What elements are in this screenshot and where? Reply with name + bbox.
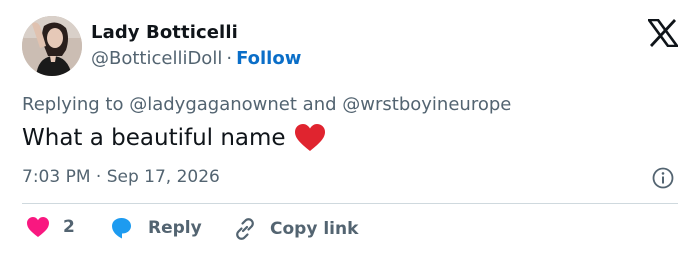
follow-button[interactable]: Follow <box>236 48 301 69</box>
author-meta: @BotticelliDoll · Follow <box>91 48 301 69</box>
reply-bubble-icon <box>112 218 131 239</box>
tweet-timestamp[interactable]: 7:03 PM · Sep 17, 2026 <box>22 167 220 187</box>
x-logo-icon[interactable] <box>648 19 678 47</box>
replying-prefix: Replying to <box>22 94 124 115</box>
divider <box>22 203 678 204</box>
like-count: 2 <box>63 217 75 237</box>
link-icon <box>236 218 254 240</box>
reply-button[interactable]: Reply <box>109 216 202 240</box>
avatar[interactable] <box>22 16 82 76</box>
author-handle[interactable]: @BotticelliDoll <box>91 48 222 69</box>
tweet-text: What a beautiful name <box>22 125 286 151</box>
mention-ladygaganownet[interactable]: @ladygaganownet <box>129 94 297 115</box>
tweet-text-row: What a beautiful name <box>22 123 326 153</box>
copy-link-label: Copy link <box>270 219 359 239</box>
replying-conjunction: and <box>302 94 337 115</box>
red-heart-icon <box>294 124 325 151</box>
profile-photo-icon <box>22 16 82 76</box>
heart-icon <box>27 217 49 237</box>
author-name[interactable]: Lady Botticelli <box>91 22 238 43</box>
like-button[interactable]: 2 <box>26 216 75 238</box>
reply-label: Reply <box>148 218 202 238</box>
mention-wrstboyineurope[interactable]: @wrstboyineurope <box>342 94 511 115</box>
info-icon[interactable] <box>651 166 675 190</box>
separator-dot: · <box>226 48 233 69</box>
replying-to: Replying to @ladygaganownet and @wrstboy… <box>22 94 511 115</box>
copy-link-button[interactable]: Copy link <box>232 216 358 242</box>
